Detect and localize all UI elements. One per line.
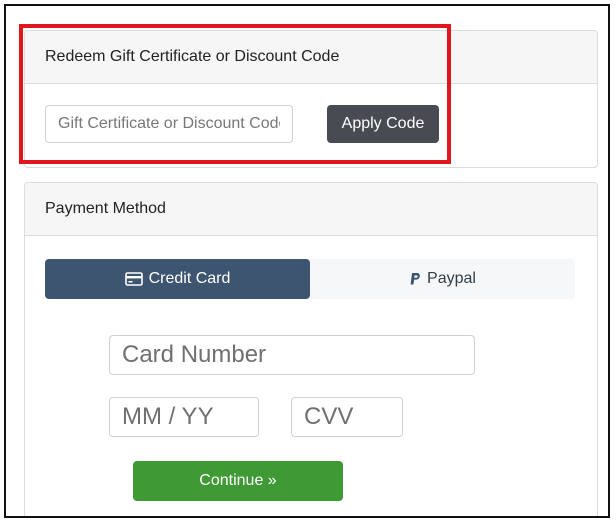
tab-credit-card-label: Credit Card [148,270,231,287]
checkout-frame: Redeem Gift Certificate or Discount Code… [4,4,610,518]
redeem-panel-title: Redeem Gift Certificate or Discount Code [25,31,597,84]
tab-credit-card[interactable]: Credit Card [45,259,310,299]
tab-paypal-label: Paypal [427,270,476,287]
apply-code-button[interactable]: Apply Code [327,105,439,143]
payment-method-panel: Payment Method Credit Card Paypal Card N… [24,182,598,516]
redeem-code-panel: Redeem Gift Certificate or Discount Code… [24,30,598,168]
cvv-field[interactable] [291,397,403,437]
tab-paypal[interactable]: Paypal [310,259,575,299]
card-number-field[interactable] [109,335,475,375]
discount-code-input[interactable] [45,105,293,143]
payment-panel-title: Payment Method [25,183,597,236]
paypal-icon [409,272,421,286]
continue-button[interactable]: Continue » [133,461,343,501]
credit-card-icon [124,272,143,286]
expiry-date-field[interactable] [109,397,259,437]
payment-tabs: Credit Card Paypal [45,259,575,299]
